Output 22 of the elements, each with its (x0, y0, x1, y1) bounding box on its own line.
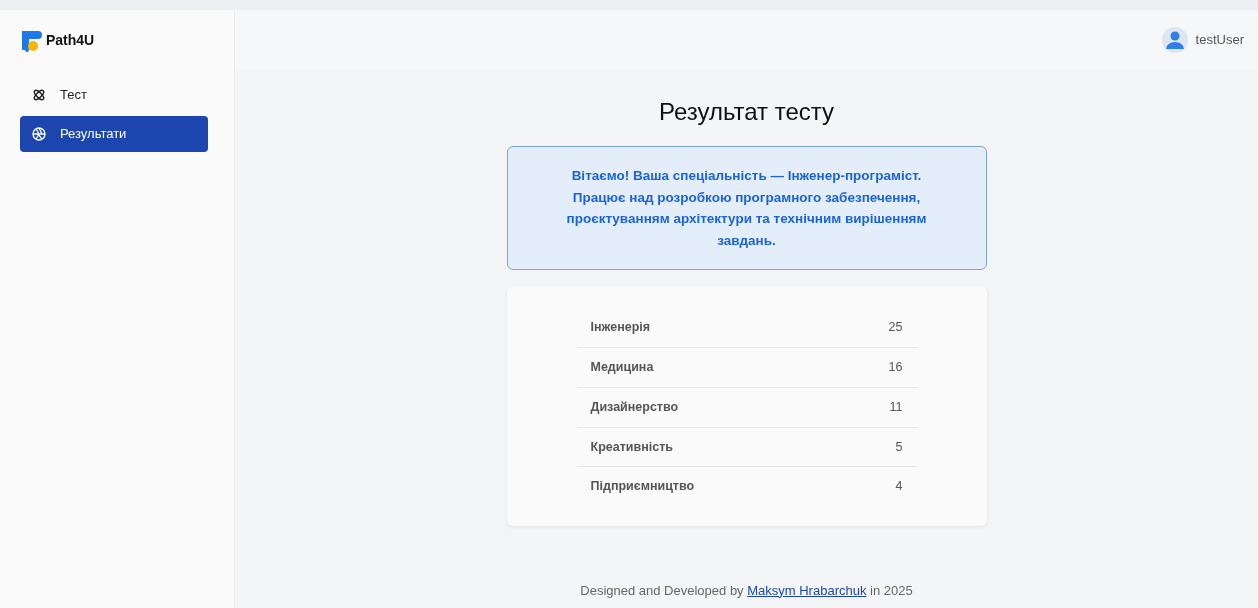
score-name: Медицина (590, 359, 654, 377)
logo-icon (20, 28, 42, 53)
author-link[interactable]: Maksym Hrabarchuk (747, 582, 867, 598)
score-value: 5 (895, 438, 903, 456)
score-name: Креативність (590, 438, 673, 456)
avatar-icon[interactable] (1161, 27, 1188, 53)
page-title: Результат тесту (658, 97, 835, 127)
brand-name: Path4U (46, 30, 95, 50)
user-name[interactable]: testUser (1195, 30, 1244, 50)
result-message: Вітаємо! Ваша спеціальність — Інженер-програміст. Працює над розробкою програмного забезпечення, проєктуванням архітектури та технічним вирішенням завдань. (506, 146, 987, 271)
aperture-icon (32, 127, 46, 141)
score-name: Інженерія (590, 319, 651, 337)
score-value: 16 (888, 359, 903, 377)
score-name: Підприємництво (590, 478, 695, 496)
score-value: 25 (888, 319, 903, 337)
atom-icon (32, 87, 46, 102)
footer-text: Designed and Developed by Maksym Hrabarchuk in 2025 (580, 581, 913, 600)
score-name: Дизайнерство (590, 398, 679, 416)
score-value: 4 (895, 478, 903, 496)
score-value: 11 (889, 398, 903, 416)
sidebar-item[interactable]: Тест (20, 76, 208, 113)
sidebar-item[interactable]: Результати (20, 116, 208, 152)
